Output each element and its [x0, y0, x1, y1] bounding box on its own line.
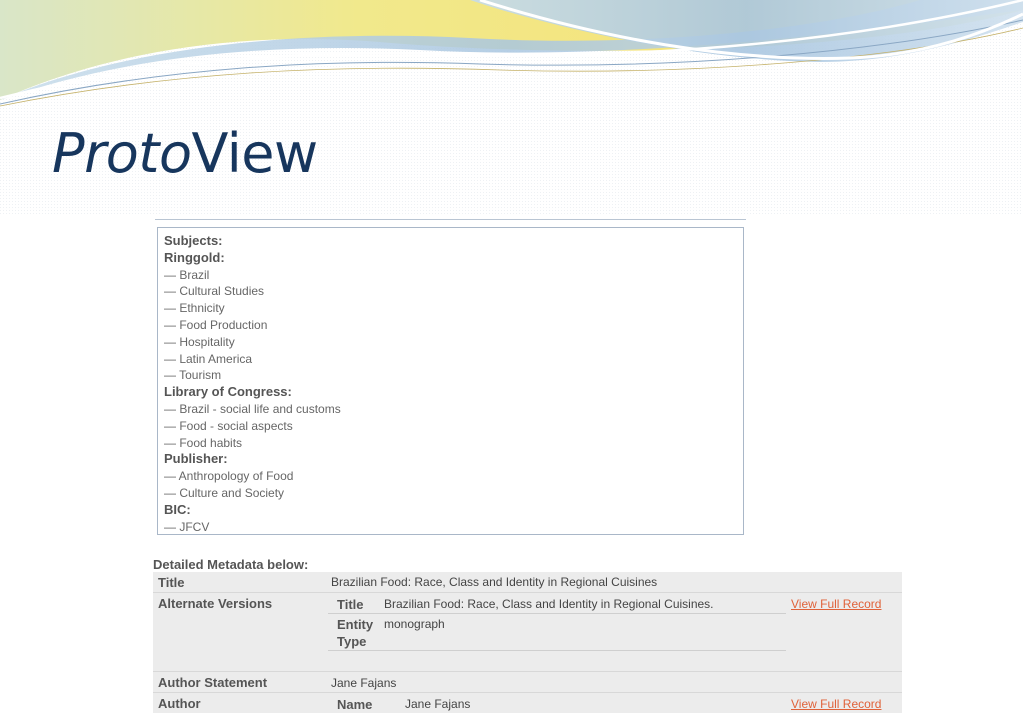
metadata-label: Alternate Versions	[158, 596, 273, 611]
subrecord-name-row: Name Jane Fajans	[328, 693, 786, 713]
metadata-value: Jane Fajans	[331, 676, 397, 690]
detailed-metadata-heading: Detailed Metadata below:	[153, 557, 309, 572]
subject-item: — Cultural Studies	[164, 284, 265, 299]
subject-item: — Brazil - social life and customs	[164, 401, 341, 416]
metadata-label: Author	[158, 696, 201, 711]
metadata-table: Title Brazilian Food: Race, Class and Id…	[153, 572, 902, 713]
group-heading-ringgold: Ringgold:	[164, 249, 225, 265]
subject-item: — JFCV	[164, 519, 210, 534]
metadata-row-author: Author Name Jane Fajans View Full Record	[153, 693, 902, 713]
subrecord-title-row: Title Brazilian Food: Race, Class and Id…	[328, 593, 786, 614]
subrecord-key: Entity	[337, 617, 374, 632]
subject-item: — Food - social aspects	[164, 418, 293, 433]
subjects-heading: Subjects:	[164, 233, 223, 248]
metadata-row-alternate-versions: Alternate Versions Title Brazilian Food:…	[153, 593, 902, 672]
group-heading-bic: BIC:	[164, 501, 191, 517]
subject-item: — Ethnicity	[164, 301, 225, 316]
subject-item: — Hospitality	[164, 334, 235, 349]
subject-item: — Latin America	[164, 351, 253, 366]
metadata-label: Title	[158, 575, 185, 590]
subrecord-key: Name	[337, 697, 373, 712]
view-full-record-link[interactable]: View Full Record	[791, 597, 881, 611]
slide-title-regular: View	[191, 122, 319, 185]
group-heading-publisher: Publisher:	[164, 451, 228, 467]
subrecord-key: Type	[337, 634, 367, 649]
group-heading-library-of-congress: Library of Congress:	[164, 384, 292, 400]
subrecord-key: Title	[337, 597, 364, 612]
slide-title-italic: Proto	[52, 122, 192, 185]
metadata-row-title: Title Brazilian Food: Race, Class and Id…	[153, 572, 902, 593]
subject-item: — Culture and Society	[164, 485, 285, 500]
subrecord-value: Brazilian Food: Race, Class and Identity…	[384, 597, 714, 611]
subrecord-value: Jane Fajans	[405, 697, 471, 711]
subject-item: — Food habits	[164, 435, 243, 450]
subrecord-entity-row: Entity Type monograph	[328, 614, 786, 651]
divider-line	[155, 219, 746, 220]
view-full-record-link[interactable]: View Full Record	[791, 697, 881, 711]
metadata-row-author-statement: Author Statement Jane Fajans	[153, 672, 902, 693]
subrecord-value: monograph	[384, 617, 445, 631]
subject-item: — Brazil	[164, 267, 210, 282]
subject-item: — Anthropology of Food	[164, 469, 294, 484]
subject-item: — Food Production	[164, 317, 268, 332]
slide-title: ProtoView	[52, 122, 318, 186]
metadata-value: Brazilian Food: Race, Class and Identity…	[331, 575, 658, 589]
subjects-panel: Subjects: Ringgold: — Brazil — Cultural …	[157, 227, 744, 535]
metadata-label: Author Statement	[158, 675, 268, 690]
subject-item: — Tourism	[164, 368, 222, 383]
